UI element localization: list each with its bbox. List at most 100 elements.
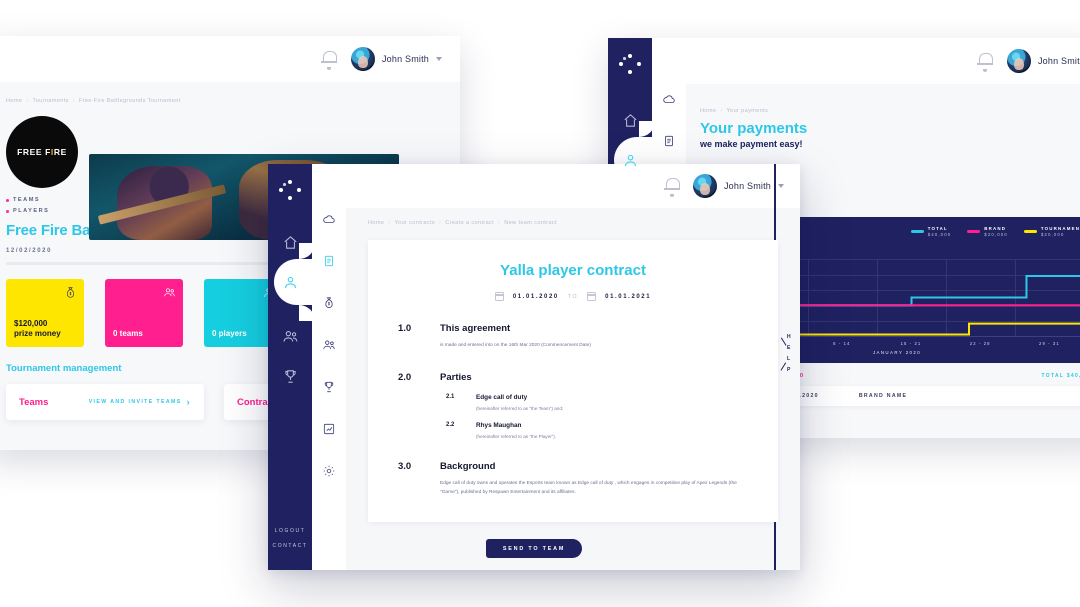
breadcrumb-item[interactable]: Your contracts — [395, 220, 435, 226]
legend-label: BRAND — [984, 226, 1007, 231]
x-tick: 8 - 14 — [833, 341, 851, 346]
breadcrumb-item[interactable]: Home — [700, 108, 716, 114]
breadcrumb-item[interactable]: Home — [368, 220, 384, 226]
contract-window: LOGOUT CONTACT John Smith Home › Your co… — [268, 164, 800, 570]
stat-card-prize[interactable]: $120,000 prize money — [6, 279, 84, 347]
notification-bell-icon[interactable] — [663, 177, 680, 197]
chevron-down-icon — [436, 57, 442, 61]
home-icon — [283, 235, 297, 249]
user-name: John Smith — [1037, 56, 1080, 66]
app-logo[interactable] — [268, 180, 312, 206]
gear-icon — [323, 465, 335, 477]
sub-clause-number: 2.2 — [446, 422, 455, 429]
clause: 2.0 Parties 2.1 Edge call of duty (herei… — [398, 372, 748, 439]
breadcrumb-item[interactable]: Create a contract — [445, 220, 494, 226]
sidebar-item-teams[interactable] — [268, 316, 312, 356]
cloud-icon — [663, 95, 675, 103]
person-icon — [284, 276, 296, 288]
avatar — [1006, 49, 1031, 73]
icon-stats[interactable] — [312, 408, 346, 450]
date-to[interactable]: 01.01.2021 — [605, 294, 651, 300]
contract-icon-column — [312, 164, 346, 570]
notification-bell-icon[interactable] — [320, 50, 337, 70]
send-to-team-button[interactable]: SEND TO TEAM — [486, 539, 582, 558]
icon-cloud[interactable] — [312, 198, 346, 240]
clause-heading: This agreement — [440, 323, 511, 334]
people-icon — [163, 286, 176, 299]
logo-text-a: FREE F — [17, 147, 51, 157]
icon-teams[interactable] — [312, 324, 346, 366]
icon-documents[interactable] — [652, 120, 686, 162]
legend-value: $40,000 — [927, 232, 952, 237]
icon-documents[interactable] — [312, 240, 346, 282]
help-tab[interactable]: HELP — [777, 319, 800, 389]
sidebar-item-profile[interactable] — [268, 243, 315, 321]
breadcrumb: Home › Your contracts › Create a contract › Ne… — [368, 220, 557, 226]
breadcrumb-item[interactable]: Your payments — [727, 108, 769, 114]
help-tab-label: HELP — [787, 334, 791, 373]
clause-number: 1.0 — [398, 323, 412, 334]
legend-label: TOTAL — [927, 226, 948, 231]
avatar — [350, 47, 375, 71]
contract-dates: 01.01.2020 TO 01.01.2021 — [398, 292, 748, 301]
legend-item-total: TOTAL $40,000 — [910, 226, 952, 237]
date-to-label: TO — [567, 293, 579, 300]
clause-heading: Background — [440, 461, 496, 473]
stat-value: 0 players — [212, 329, 247, 338]
sub-clause-text: (hereinafter referred to as "the Team") … — [476, 406, 564, 412]
home-icon — [623, 113, 637, 127]
contract-sidebar-rail: LOGOUT CONTACT — [268, 164, 315, 570]
page-title: Your payments — [700, 120, 808, 137]
breadcrumb: Home › Your payments — [700, 108, 769, 114]
free-fire-logo: FREE FIRE — [6, 116, 78, 188]
chevron-left-icon — [777, 331, 787, 377]
entity-badges: TEAMS PLAYERS — [6, 197, 78, 214]
breadcrumb-item[interactable]: New team contract — [504, 220, 557, 226]
breadcrumb: Home › Tournaments › Free Fire Battlegrounds… — [6, 98, 181, 104]
badge-players: PLAYERS — [6, 208, 78, 214]
sub-clause: 2.1 Edge call of duty (hereinafter refer… — [440, 394, 748, 411]
card-action[interactable]: VIEW AND INVITE TEAMS — [89, 399, 191, 405]
clause-text: is made and entered into on the 16th Mar… — [440, 343, 591, 348]
app-logo[interactable] — [608, 54, 652, 80]
sub-clause: 2.2 Rhys Maughan (hereinafter referred t… — [440, 422, 748, 439]
trophy-icon — [284, 369, 296, 383]
stat-value: $120,000 — [14, 319, 48, 328]
clause-number: 3.0 — [398, 461, 412, 473]
money-bag-icon — [64, 286, 77, 299]
calendar-icon — [586, 292, 597, 301]
clause-number: 2.0 — [398, 372, 412, 384]
breadcrumb-item[interactable]: Home — [6, 98, 22, 104]
legend-value: $20,000 — [984, 232, 1008, 237]
breadcrumb-item[interactable]: Tournaments — [33, 98, 69, 104]
invoice-brand: BRAND NAME — [858, 393, 908, 399]
calendar-icon — [494, 292, 504, 301]
user-menu[interactable]: John Smith — [692, 174, 784, 198]
notification-bell-icon[interactable] — [976, 52, 993, 72]
sidebar-item-tournaments[interactable] — [268, 356, 312, 396]
stat-card-teams[interactable]: 0 teams — [105, 279, 183, 347]
sub-clause-heading: Edge call of duty — [476, 394, 528, 402]
icon-settings[interactable] — [312, 450, 346, 492]
legend-item-tournament: TOURNAMENT $20,000 — [1023, 226, 1080, 237]
legend-value: $20,000 — [1040, 232, 1065, 237]
x-tick: 29 - 31 — [1039, 341, 1060, 346]
chart-icon — [323, 423, 335, 435]
user-menu[interactable]: John Smith — [350, 47, 442, 71]
document-icon — [325, 255, 333, 267]
icon-tournaments[interactable] — [312, 366, 346, 408]
legend-label: TOURNAMENT — [1040, 226, 1080, 231]
date-from[interactable]: 01.01.2020 — [513, 294, 559, 300]
icon-payments[interactable] — [312, 282, 346, 324]
user-name: John Smith — [723, 181, 771, 191]
breadcrumb-item[interactable]: Free Fire Battlegrounds Tournament — [79, 98, 181, 104]
icon-cloud[interactable] — [652, 78, 686, 120]
people-icon — [283, 330, 297, 342]
user-menu[interactable]: John Smith — [1006, 49, 1080, 73]
card-title: Teams — [19, 396, 49, 408]
management-card-teams[interactable]: Teams VIEW AND INVITE TEAMS — [6, 384, 204, 420]
clause-text: Edge call of duty owns and operates the … — [440, 481, 737, 496]
avatar — [692, 174, 717, 198]
logout-link[interactable]: LOGOUT — [268, 528, 312, 534]
clause: 3.0 Background Edge call of duty owns an… — [398, 461, 748, 497]
